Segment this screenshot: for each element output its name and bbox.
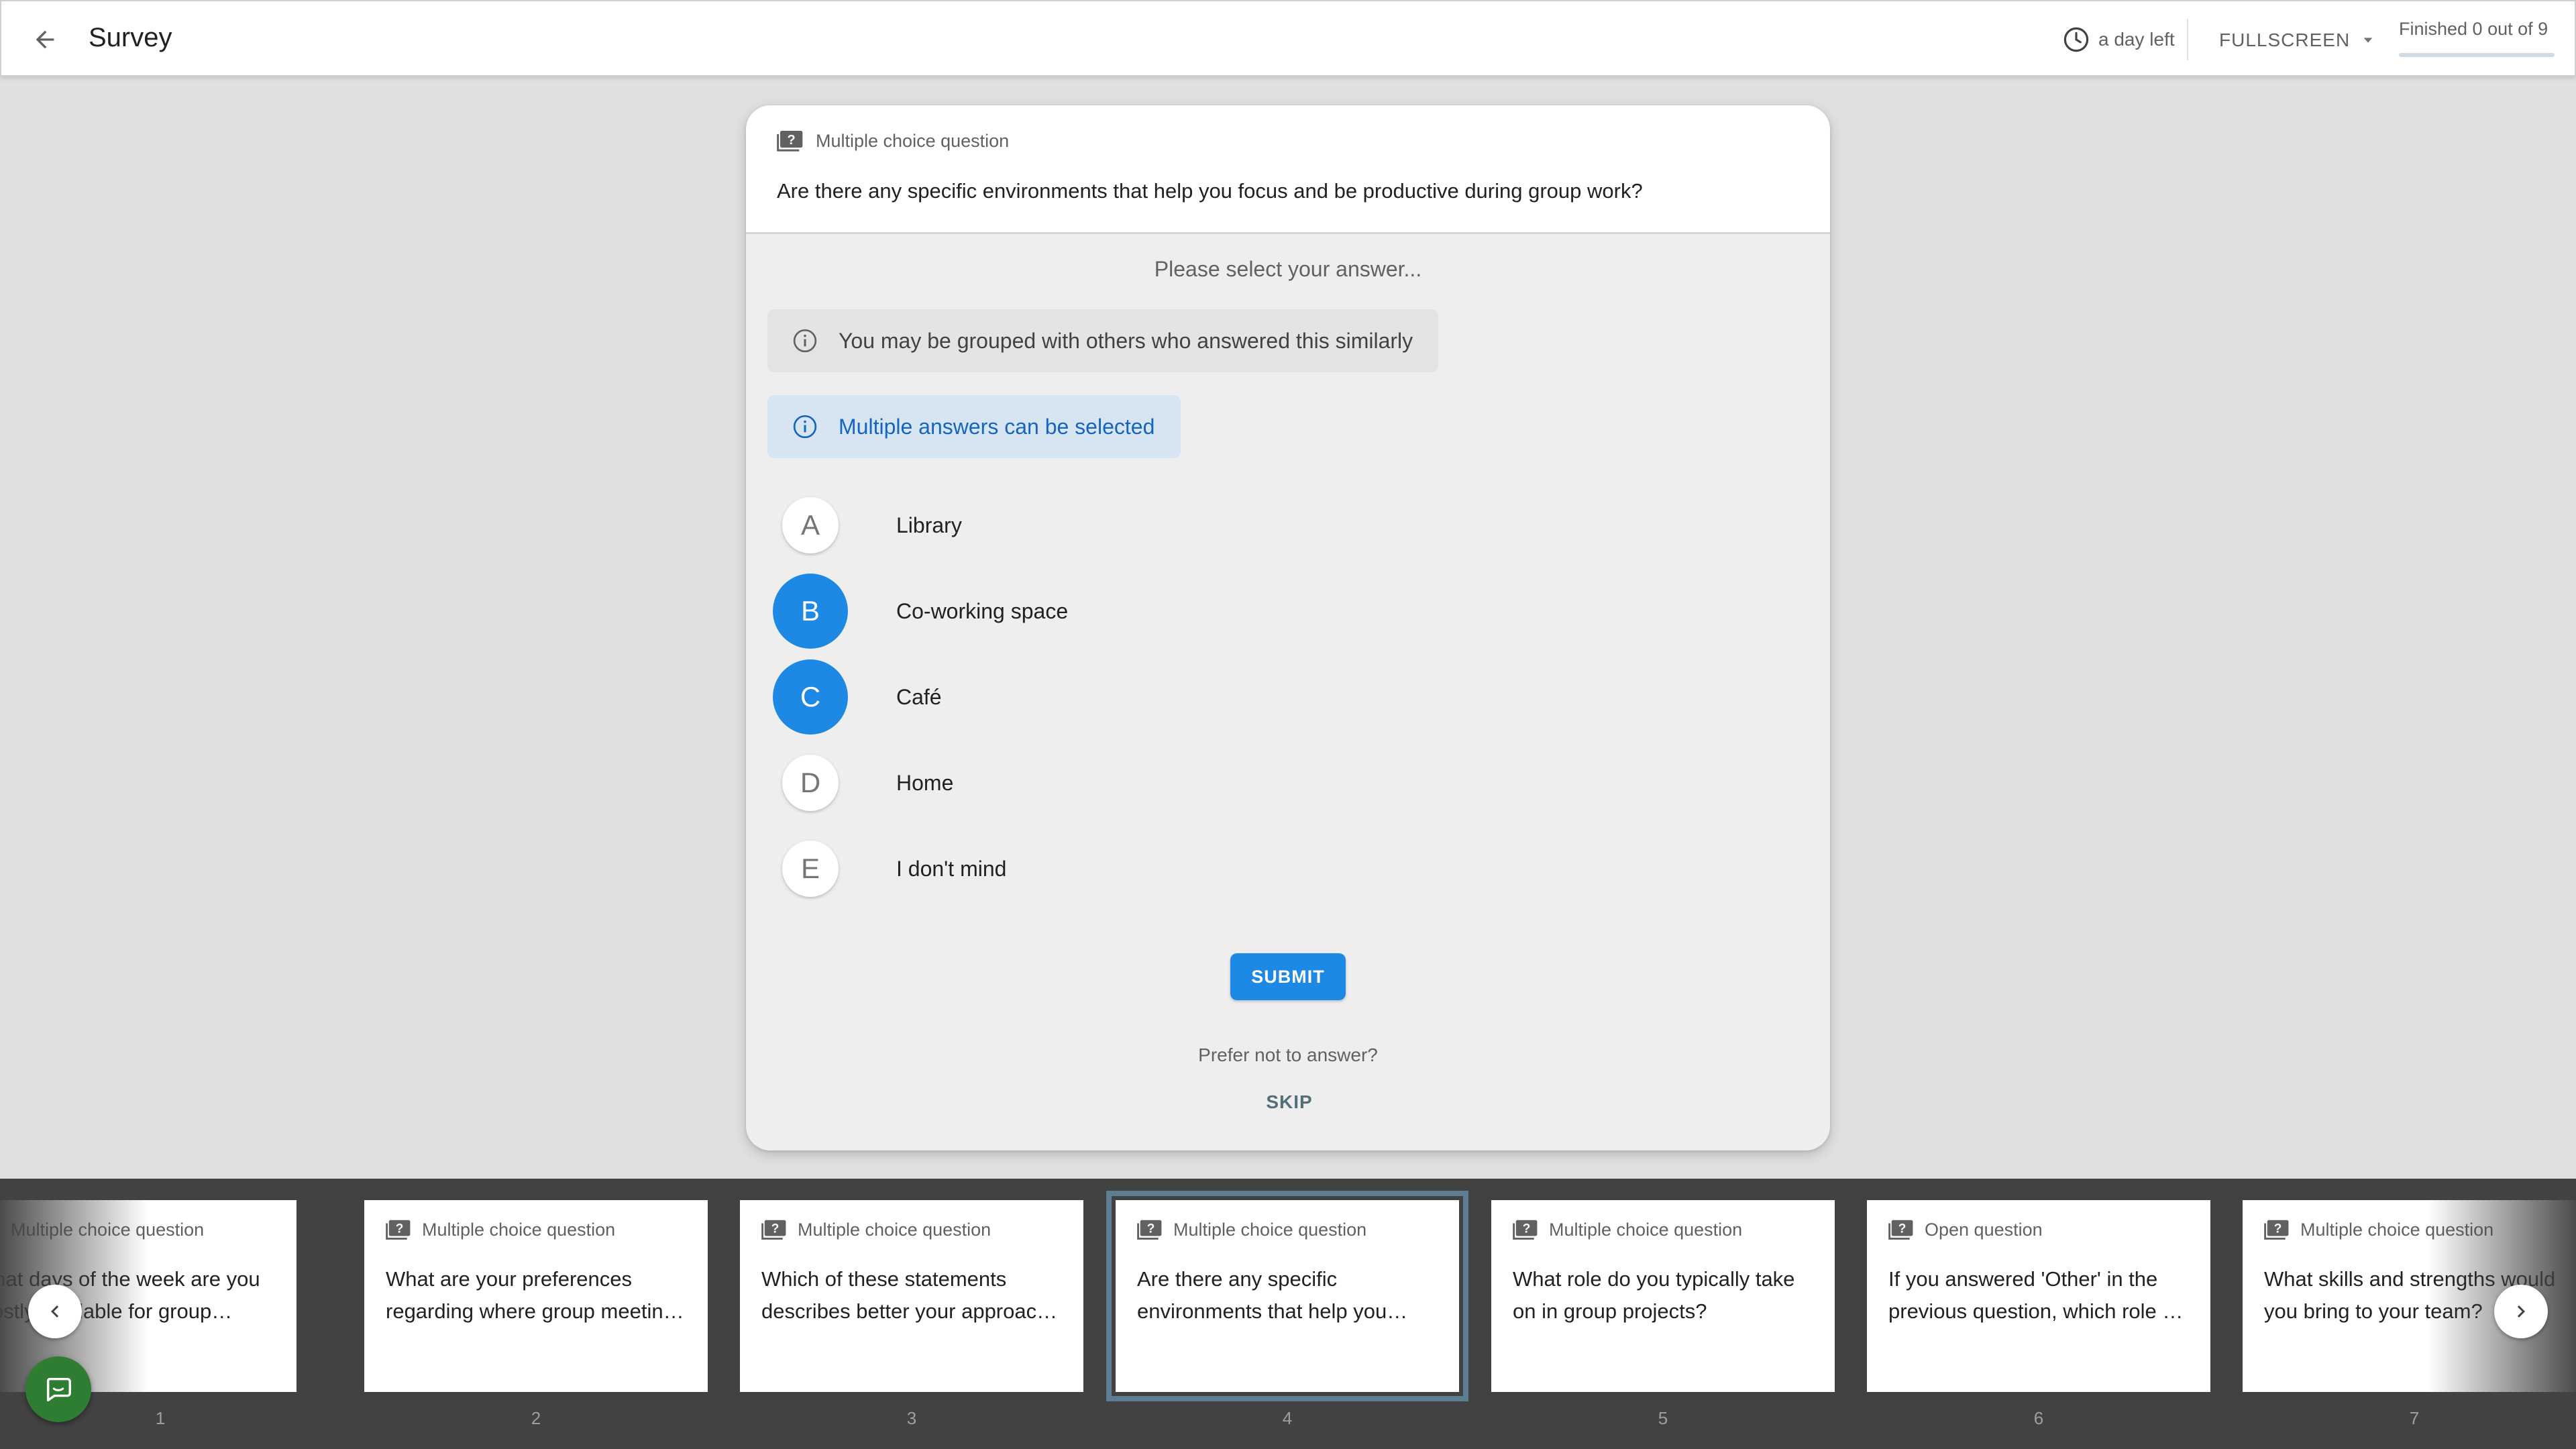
carousel-item-type-label: Multiple choice question: [2300, 1219, 2494, 1240]
question-card: ? Multiple choice question Are there any…: [746, 105, 1830, 1150]
fullscreen-dropdown[interactable]: FULLSCREEN: [2219, 25, 2375, 55]
carousel-item-number: 6: [2033, 1408, 2044, 1428]
skip-button[interactable]: SKIP: [1242, 1091, 1336, 1113]
app-bar: Survey a day left FULLSCREEN Finished 0 …: [0, 0, 2576, 76]
question-card-icon: ?: [1137, 1220, 1162, 1240]
back-button[interactable]: [24, 19, 66, 60]
carousel-item-3[interactable]: ? Multiple choice question Which of thes…: [740, 1200, 1083, 1392]
progress-text: Finished 0 out of 9: [2399, 19, 2548, 39]
carousel-item-type: ? Multiple choice question: [1137, 1219, 1438, 1240]
chat-bubble-icon: [46, 1377, 71, 1402]
carousel-item-text: What role do you typically take on in gr…: [1513, 1267, 1795, 1323]
carousel-item-number: 3: [906, 1408, 917, 1428]
question-header: ? Multiple choice question Are there any…: [746, 105, 1830, 234]
option-letter: D: [782, 755, 839, 811]
chevron-left-icon: [51, 1305, 59, 1318]
chevron-right-icon: [2517, 1305, 2525, 1318]
question-carousel: ? Multiple choice question What days of …: [0, 1179, 2576, 1449]
question-card-icon: ?: [761, 1220, 786, 1240]
svg-text:?: ?: [1147, 1222, 1155, 1236]
carousel-item-type-label: Multiple choice question: [422, 1219, 616, 1240]
svg-text:?: ?: [1898, 1222, 1907, 1236]
option-label: Café: [896, 684, 942, 709]
carousel-item-type: ? Multiple choice question: [1513, 1219, 1813, 1240]
svg-text:?: ?: [2274, 1222, 2282, 1236]
svg-text:?: ?: [788, 133, 796, 148]
carousel-item-text: Are there any specific environments that…: [1137, 1267, 1387, 1323]
carousel-item-type-label: Multiple choice question: [1173, 1219, 1367, 1240]
question-type: ? Multiple choice question: [777, 129, 1799, 152]
svg-text:?: ?: [771, 1222, 780, 1236]
option-d[interactable]: D Home: [773, 745, 1377, 820]
option-label: I don't mind: [896, 856, 1007, 881]
carousel-item-number: 1: [155, 1408, 166, 1428]
svg-text:?: ?: [396, 1222, 404, 1236]
progress-indicator: Finished 0 out of 9: [2399, 19, 2555, 57]
divider: [2187, 19, 2188, 60]
question-card-icon: ?: [386, 1220, 411, 1240]
deadline-indicator: a day left: [2062, 23, 2175, 56]
carousel-item-2[interactable]: ? Multiple choice question What are your…: [364, 1200, 708, 1392]
carousel-item-type: ? Multiple choice question: [2264, 1219, 2565, 1240]
carousel-item-number: 2: [531, 1408, 541, 1428]
question-card-icon: ?: [1513, 1220, 1538, 1240]
fullscreen-label: FULLSCREEN: [2219, 30, 2351, 50]
option-letter: E: [782, 841, 839, 897]
carousel-item-text: Which of these statements describes bett…: [761, 1267, 1049, 1323]
grouping-info-banner: You may be grouped with others who answe…: [767, 309, 1438, 372]
progress-bar: [2399, 53, 2555, 57]
carousel-item-6[interactable]: ? Open question If you answered 'Other' …: [1867, 1200, 2210, 1392]
page-title: Survey: [89, 23, 172, 52]
question-text: Are there any specific environments that…: [777, 179, 1643, 203]
carousel-item-text: If you answered 'Other' in the previous …: [1888, 1267, 2186, 1323]
svg-text:?: ?: [1523, 1222, 1531, 1236]
option-label: Home: [896, 770, 954, 795]
carousel-item-text: What are your preferences regarding wher…: [386, 1267, 686, 1323]
carousel-item-4-current[interactable]: ? Multiple choice question Are there any…: [1106, 1191, 1468, 1401]
carousel-item-5[interactable]: ? Multiple choice question What role do …: [1491, 1200, 1835, 1392]
option-e[interactable]: E I don't mind: [773, 831, 1377, 906]
prefer-not-to-answer-text: Prefer not to answer?: [1198, 1044, 1378, 1065]
grouping-info-text: You may be grouped with others who answe…: [839, 328, 1413, 353]
question-card-icon: ?: [1888, 1220, 1913, 1240]
carousel-item-number: 7: [2409, 1408, 2420, 1428]
carousel-next-button[interactable]: [2494, 1285, 2548, 1338]
answer-instruction: Please select your answer...: [1154, 257, 1422, 281]
question-card-icon: ?: [2264, 1220, 2289, 1240]
option-c[interactable]: C Café: [773, 659, 1377, 735]
arrow-left-icon: [36, 30, 54, 49]
carousel-item-type: ? Open question: [1888, 1219, 2189, 1240]
carousel-item-type-label: Multiple choice question: [11, 1219, 205, 1240]
carousel-prev-button[interactable]: [28, 1285, 82, 1338]
option-letter: C: [773, 659, 848, 735]
option-label: Library: [896, 513, 962, 537]
carousel-item-type: ? Multiple choice question: [386, 1219, 686, 1240]
chat-button[interactable]: [25, 1356, 91, 1422]
caret-down-icon: [2363, 38, 2373, 43]
option-letter: A: [782, 497, 839, 553]
carousel-item-type: ? Multiple choice question: [0, 1219, 275, 1240]
submit-button[interactable]: SUBMIT: [1230, 953, 1346, 1000]
carousel-item-type-label: Open question: [1925, 1219, 2043, 1240]
clock-icon: [2063, 27, 2089, 52]
option-b[interactable]: B Co-working space: [773, 574, 1377, 649]
carousel-item-number: 5: [1658, 1408, 1668, 1428]
info-circle-icon: [793, 415, 817, 439]
option-letter: B: [773, 574, 848, 649]
deadline-text: a day left: [2098, 29, 2175, 50]
multiple-answers-info-banner: Multiple answers can be selected: [767, 395, 1181, 458]
carousel-item-number: 4: [1282, 1408, 1293, 1428]
info-circle-icon: [793, 329, 817, 353]
option-label: Co-working space: [896, 598, 1069, 623]
question-card-icon: ?: [777, 131, 803, 152]
multiple-answers-info-text: Multiple answers can be selected: [839, 414, 1155, 439]
carousel-item-type-label: Multiple choice question: [1549, 1219, 1743, 1240]
carousel-item-type-label: Multiple choice question: [798, 1219, 991, 1240]
option-a[interactable]: A Library: [773, 488, 1377, 563]
carousel-item-type: ? Multiple choice question: [761, 1219, 1062, 1240]
question-type-label: Multiple choice question: [816, 130, 1010, 151]
